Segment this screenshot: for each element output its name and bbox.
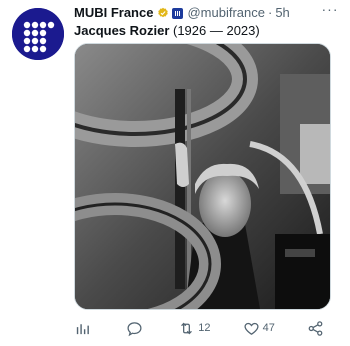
handle[interactable]: @mubifrance <box>187 5 265 21</box>
share-button[interactable] <box>307 318 324 338</box>
tweet-card[interactable]: MUBI France @mubifrance · 5h ··· Jacques… <box>0 0 350 346</box>
views-icon <box>76 323 89 334</box>
tweet-actions: 12 47 <box>74 318 324 338</box>
like-button[interactable]: 47 <box>243 318 275 338</box>
retweet-icon <box>181 322 193 334</box>
affiliate-badge-icon <box>172 7 184 19</box>
tweet-photo[interactable] <box>74 43 331 310</box>
retweet-count: 12 <box>198 322 211 334</box>
retweet-button[interactable]: 12 <box>178 318 211 338</box>
tweet-text-bold: Jacques Rozier <box>74 23 170 38</box>
avatar[interactable] <box>12 8 64 60</box>
tweet-header: MUBI France @mubifrance · 5h <box>74 5 290 21</box>
display-name[interactable]: MUBI France <box>74 5 153 21</box>
timestamp[interactable]: 5h <box>275 5 289 21</box>
mubi-logo-icon <box>12 8 64 60</box>
tweet-text-rest: (1926 — 2023) <box>169 23 260 38</box>
share-icon <box>308 320 323 336</box>
reply-button[interactable] <box>126 318 146 338</box>
verified-badge-icon <box>158 7 169 18</box>
black-and-white-portrait-image <box>75 44 330 309</box>
more-icon[interactable]: ··· <box>320 1 340 17</box>
tweet-text: Jacques Rozier (1926 — 2023) <box>74 22 260 39</box>
like-icon <box>244 322 259 335</box>
like-count: 47 <box>262 322 275 334</box>
views-button[interactable] <box>74 318 94 338</box>
separator-dot: · <box>267 5 273 20</box>
reply-icon <box>127 321 142 336</box>
